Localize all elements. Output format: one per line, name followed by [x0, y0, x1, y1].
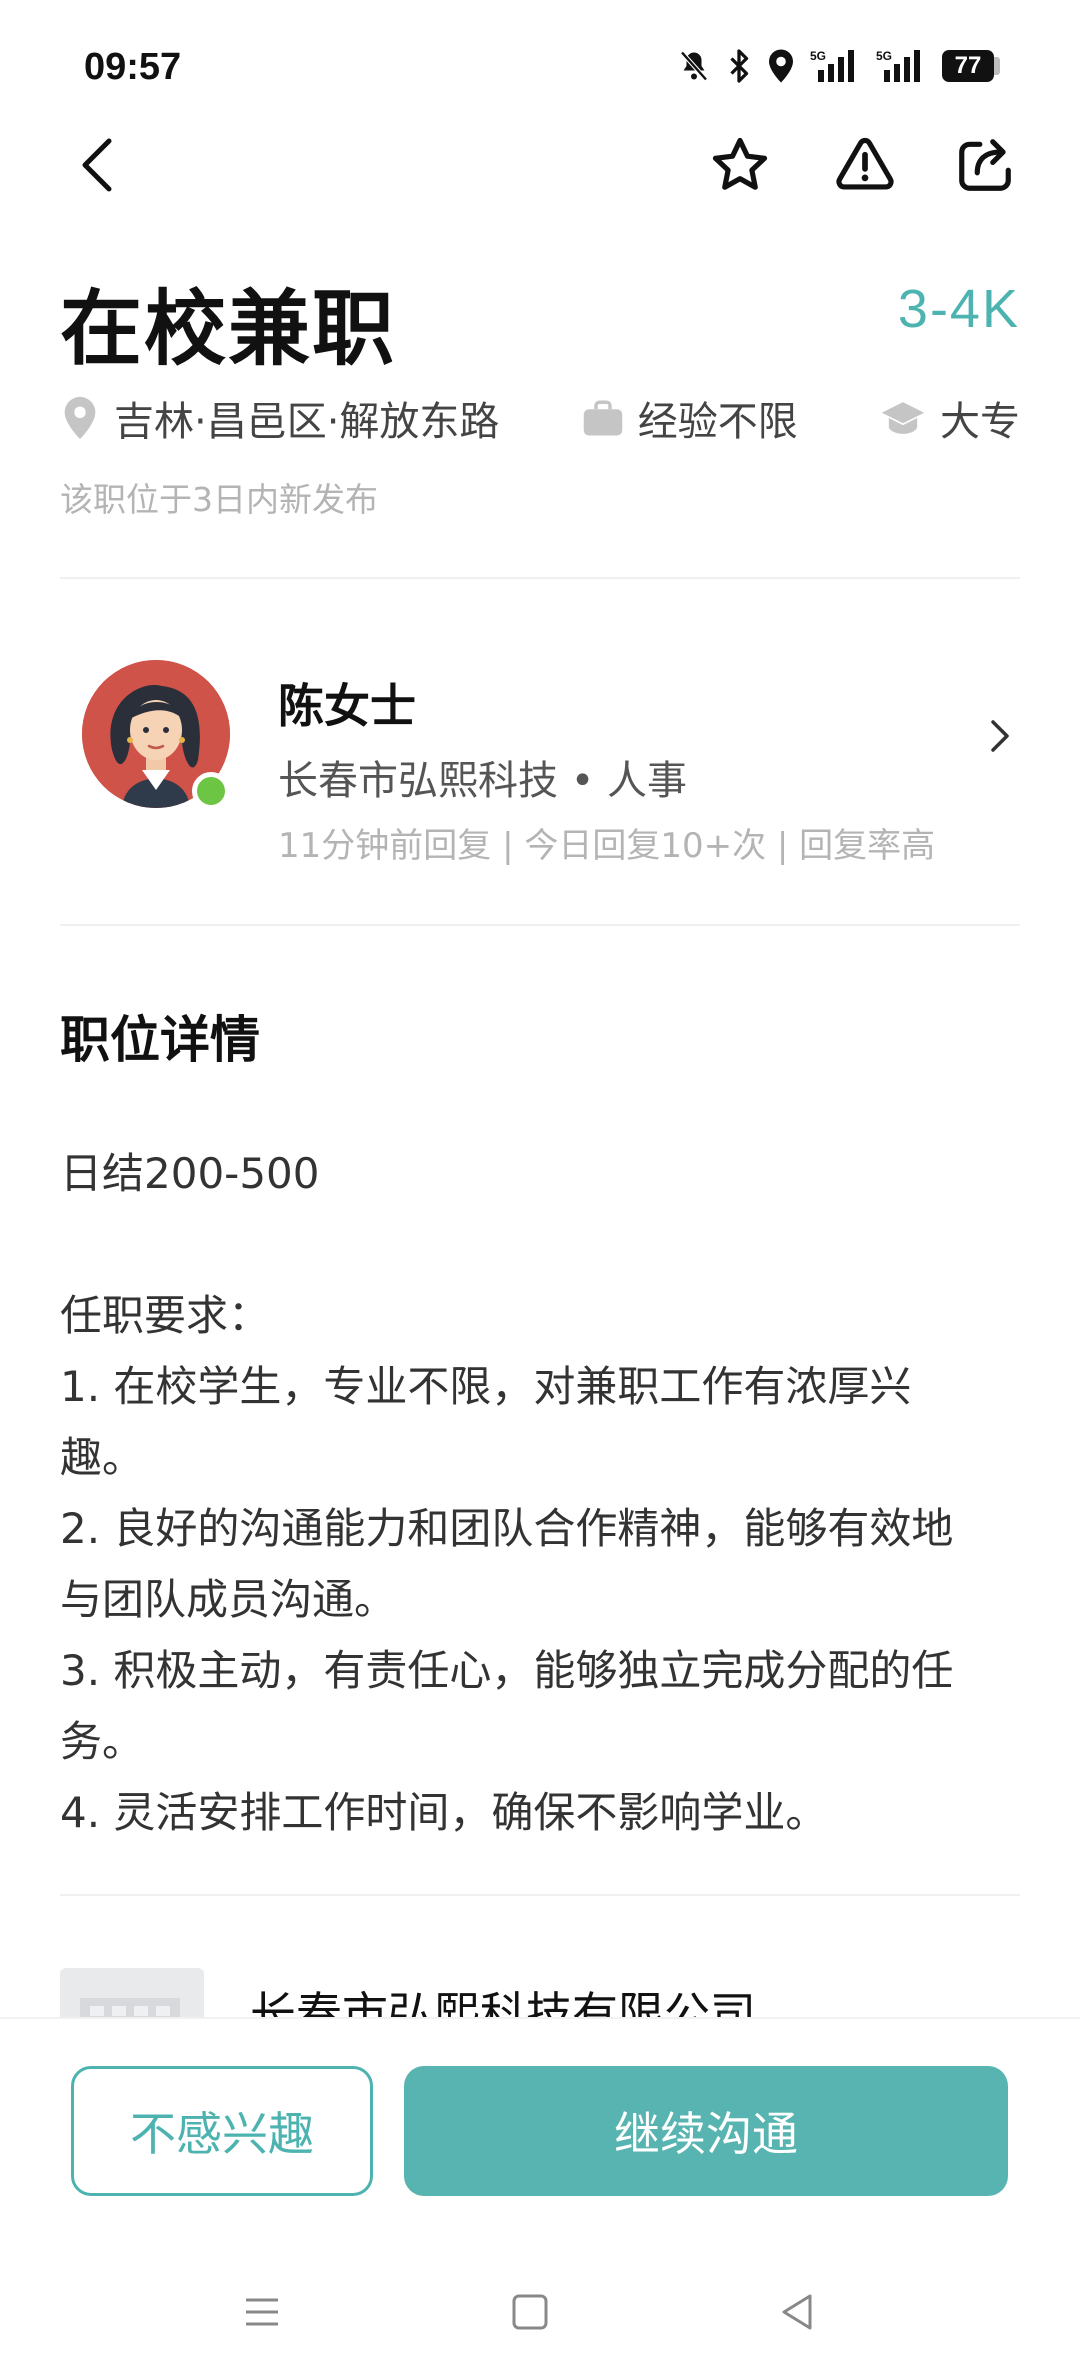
- description-line: 趣。: [60, 1433, 145, 1482]
- job-experience-label: 经验不限: [637, 399, 798, 445]
- top-toolbar: [0, 125, 1080, 205]
- system-nav-bar: [0, 2272, 1080, 2352]
- favorite-button[interactable]: [700, 125, 780, 205]
- status-bar: 09:57 5G 5G 77: [0, 0, 1080, 130]
- company-card[interactable]: 长春市弘熙科技有限公司: [60, 1968, 1020, 2018]
- description-line: 与团队成员沟通。: [60, 1575, 397, 1624]
- description-line: 日结200-500: [60, 1149, 320, 1198]
- home-button[interactable]: [490, 2272, 570, 2352]
- description-line: 务。: [60, 1717, 145, 1766]
- job-education: 大专: [880, 389, 1020, 447]
- job-location-label: 吉林·昌邑区·解放东路: [114, 399, 500, 445]
- status-icons: 5G 5G 77: [676, 48, 1000, 84]
- bottom-action-bar: 不感兴趣 继续沟通: [0, 2017, 1080, 2373]
- continue-chat-button[interactable]: 继续沟通: [404, 2066, 1008, 2196]
- signal-5g-label-1: 5G: [810, 49, 826, 63]
- job-experience: 经验不限: [582, 389, 798, 447]
- back-button[interactable]: [55, 125, 135, 205]
- recruiter-reply-stats: 11分钟前回复 | 今日回复10+次 | 回复率高: [278, 826, 936, 866]
- job-title: 在校兼职: [60, 282, 397, 377]
- battery-icon: 77: [942, 50, 1000, 82]
- not-interested-button[interactable]: 不感兴趣: [71, 2066, 373, 2196]
- square-icon: [512, 2294, 548, 2330]
- recruiter-company-role: 长春市弘熙科技 • 人事: [278, 758, 688, 804]
- location-icon: [766, 48, 796, 84]
- chevron-right-icon: [980, 706, 1020, 766]
- star-icon: [712, 137, 768, 190]
- status-time: 09:57: [84, 46, 182, 88]
- description-line: 3. 积极主动，有责任心，能够独立完成分配的任: [60, 1646, 954, 1695]
- signal-5g-label-2: 5G: [876, 49, 892, 63]
- company-name: 长春市弘熙科技有限公司: [250, 1987, 756, 2018]
- posted-note: 该职位于3日内新发布: [60, 480, 378, 519]
- report-button[interactable]: [825, 125, 905, 205]
- briefcase-icon: [583, 400, 622, 436]
- recruiter-card[interactable]: 陈女士 长春市弘熙科技 • 人事 11分钟前回复 | 今日回复10+次 | 回复…: [60, 640, 1020, 880]
- recents-button[interactable]: [222, 2272, 302, 2352]
- mute-bell-icon: [676, 48, 712, 84]
- job-detail-screen: 09:57 5G 5G 77 在校兼职 3-4K 吉林·昌邑区·解放东路 经验不…: [0, 0, 1080, 2373]
- online-status-dot: [192, 772, 230, 810]
- signal-5g-icon-2: 5G: [876, 48, 928, 84]
- details-section-title: 职位详情: [60, 1011, 260, 1069]
- menu-lines-icon: [246, 2298, 278, 2326]
- job-meta-row: 吉林·昌邑区·解放东路 经验不限 大专: [60, 388, 1020, 448]
- description-line: 2. 良好的沟通能力和团队合作精神，能够有效地: [60, 1504, 954, 1553]
- description-line: 任职要求：: [60, 1291, 271, 1340]
- share-icon: [959, 139, 1011, 191]
- bluetooth-icon: [726, 48, 752, 84]
- job-education-label: 大专: [940, 399, 1020, 445]
- graduation-cap-icon: [881, 402, 925, 434]
- chevron-left-icon: [82, 138, 112, 192]
- company-logo: [60, 1968, 204, 2018]
- battery-level: 77: [942, 50, 994, 82]
- warning-icon: [836, 137, 894, 190]
- description-line: [60, 1209, 1020, 1280]
- job-location: 吉林·昌邑区·解放东路: [60, 389, 499, 447]
- signal-5g-icon: 5G: [810, 48, 862, 84]
- divider: [60, 924, 1020, 926]
- divider: [60, 1894, 1020, 1896]
- salary-range: 3-4K: [897, 279, 1020, 339]
- divider: [60, 577, 1020, 579]
- description-line: 4. 灵活安排工作时间，确保不影响学业。: [60, 1788, 828, 1837]
- share-button[interactable]: [945, 125, 1025, 205]
- recruiter-name: 陈女士: [278, 679, 416, 733]
- job-description: 日结200-500 任职要求： 1. 在校学生，专业不限，对兼职工作有浓厚兴 趣…: [60, 1138, 1020, 1848]
- back-nav-button[interactable]: [758, 2272, 838, 2352]
- location-pin-icon: [64, 396, 96, 440]
- triangle-back-icon: [782, 2294, 812, 2330]
- description-line: 1. 在校学生，专业不限，对兼职工作有浓厚兴: [60, 1362, 912, 1411]
